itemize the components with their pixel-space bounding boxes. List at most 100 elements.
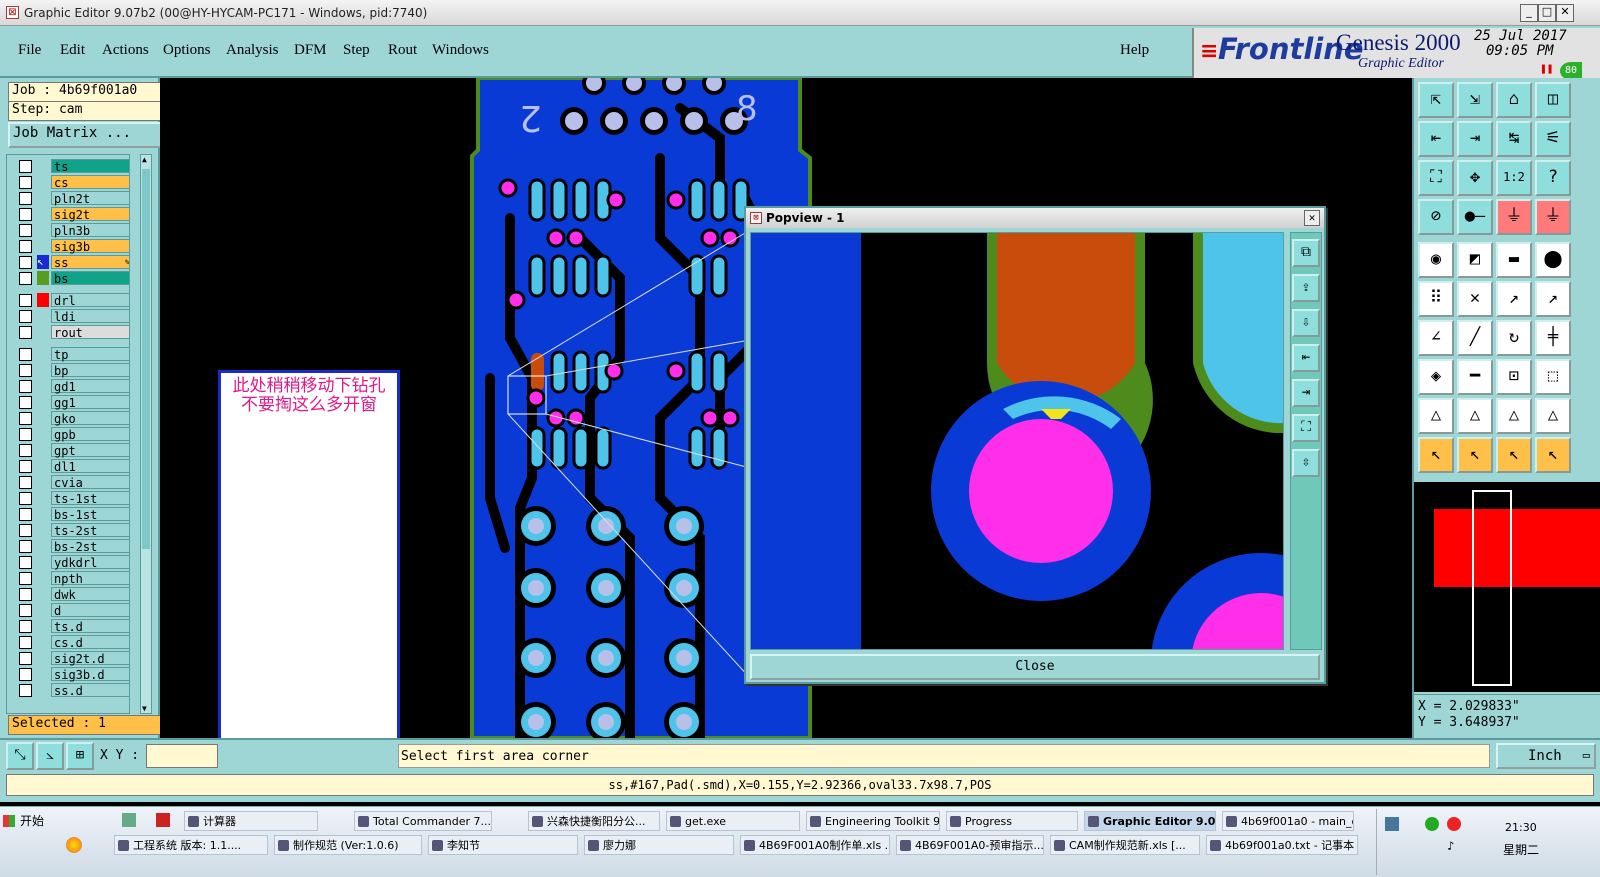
layer-row[interactable]: bs bbox=[19, 271, 129, 286]
layer-row[interactable]: cs✎ bbox=[19, 175, 129, 190]
tool-button-icon[interactable]: ⚟ bbox=[1535, 121, 1571, 157]
layer-checkbox[interactable] bbox=[19, 192, 32, 205]
taskbar-button[interactable]: 廖力娜 bbox=[584, 835, 734, 855]
layer-checkbox[interactable] bbox=[19, 160, 32, 173]
layer-name[interactable]: ydkdrl bbox=[51, 555, 129, 570]
tool-button-icon[interactable]: ╪ bbox=[1535, 320, 1571, 356]
layer-row[interactable]: bp bbox=[19, 363, 129, 378]
layer-checkbox[interactable] bbox=[19, 240, 32, 253]
layer-name[interactable]: bs bbox=[51, 271, 129, 286]
tool-button-icon[interactable]: ╱ bbox=[1457, 320, 1493, 356]
popview-tool-icon[interactable]: ⛶ bbox=[1292, 414, 1320, 442]
layer-name[interactable]: gd1✎ bbox=[51, 379, 129, 394]
taskbar-button[interactable]: get.exe bbox=[666, 811, 800, 831]
tool-button-icon[interactable]: ⇥ bbox=[1457, 121, 1493, 157]
popview-tool-icon[interactable]: ⧉ bbox=[1292, 239, 1320, 267]
layer-checkbox[interactable] bbox=[19, 476, 32, 489]
layer-name[interactable]: sig3b bbox=[51, 239, 129, 254]
layer-checkbox[interactable] bbox=[19, 540, 32, 553]
layer-name[interactable]: d bbox=[51, 603, 129, 618]
layer-name[interactable]: cs.d✎ bbox=[51, 635, 129, 650]
layer-row[interactable]: ts.d bbox=[19, 619, 129, 634]
tray-icon-2[interactable] bbox=[1425, 817, 1439, 831]
layer-checkbox[interactable] bbox=[19, 428, 32, 441]
layer-row[interactable]: d bbox=[19, 603, 129, 618]
taskbar-button[interactable]: Progress bbox=[946, 811, 1078, 831]
menu-dfm[interactable]: DFM bbox=[294, 42, 327, 59]
popview-tool-icon[interactable]: ⇥ bbox=[1292, 379, 1320, 407]
layer-name[interactable]: drl bbox=[51, 293, 129, 308]
quick-launch-tools-icon[interactable] bbox=[122, 813, 136, 827]
scroll-down-icon[interactable]: ▼ bbox=[142, 704, 147, 713]
tool-button-icon[interactable]: ? bbox=[1535, 160, 1571, 196]
layer-checkbox[interactable] bbox=[19, 492, 32, 505]
layer-checkbox[interactable] bbox=[19, 380, 32, 393]
layer-row[interactable]: dwk bbox=[19, 587, 129, 602]
layer-scrollbar[interactable]: ▲ ▼ bbox=[140, 154, 152, 714]
layer-name[interactable]: ts-1st bbox=[51, 491, 129, 506]
layer-name[interactable]: cvia bbox=[51, 475, 129, 490]
taskbar-button[interactable]: 4b69f001a0.txt - 记事本 bbox=[1206, 835, 1358, 855]
layer-checkbox[interactable] bbox=[19, 176, 32, 189]
tool-button-icon[interactable]: ↖ bbox=[1496, 437, 1532, 473]
layer-name[interactable]: gko bbox=[51, 411, 129, 426]
layer-checkbox[interactable] bbox=[19, 444, 32, 457]
tool-button-icon[interactable]: ↻ bbox=[1496, 320, 1532, 356]
scroll-up-icon[interactable]: ▲ bbox=[142, 155, 147, 164]
layer-row[interactable]: sig3b bbox=[19, 239, 129, 254]
popview-canvas[interactable] bbox=[750, 232, 1284, 650]
layer-row[interactable]: gpb bbox=[19, 427, 129, 442]
layer-row[interactable]: npth bbox=[19, 571, 129, 586]
tool-button-icon[interactable]: ⬚ bbox=[1535, 359, 1571, 395]
tool-button-icon[interactable]: ✕ bbox=[1457, 281, 1493, 317]
tool-button-icon[interactable]: ▬ bbox=[1496, 242, 1532, 278]
tool-button-icon[interactable]: ✥ bbox=[1457, 160, 1493, 196]
layer-checkbox[interactable] bbox=[19, 396, 32, 409]
popview-tool-icon[interactable]: ⇳ bbox=[1292, 449, 1320, 477]
popview-close-button[interactable]: Close bbox=[750, 654, 1320, 680]
layer-row[interactable]: ts-1st bbox=[19, 491, 129, 506]
layer-row[interactable]: cvia bbox=[19, 475, 129, 490]
tool-button-icon[interactable]: ◩ bbox=[1457, 242, 1493, 278]
tool-button-icon[interactable]: ◈ bbox=[1418, 359, 1454, 395]
layer-name[interactable]: pln3b bbox=[51, 223, 129, 238]
start-button[interactable]: 开始 bbox=[0, 811, 58, 831]
layer-checkbox[interactable] bbox=[19, 620, 32, 633]
tray-icon-3[interactable] bbox=[1447, 817, 1461, 831]
layer-checkbox[interactable] bbox=[19, 412, 32, 425]
tray-volume-icon[interactable]: ♪ bbox=[1447, 839, 1454, 853]
layer-row[interactable]: bs-2st bbox=[19, 539, 129, 554]
taskbar-button[interactable]: 兴森快捷衡阳分公... bbox=[528, 811, 660, 831]
layer-name[interactable]: tp bbox=[51, 347, 129, 362]
layer-name[interactable]: sig2t bbox=[51, 207, 129, 222]
layer-row[interactable]: cs.d✎ bbox=[19, 635, 129, 650]
layer-checkbox[interactable] bbox=[19, 224, 32, 237]
tool-button-icon[interactable]: ⛶ bbox=[1418, 160, 1454, 196]
layer-checkbox[interactable] bbox=[19, 556, 32, 569]
layer-checkbox[interactable] bbox=[19, 460, 32, 473]
layer-checkbox[interactable] bbox=[19, 294, 32, 307]
layer-row[interactable]: pln3b bbox=[19, 223, 129, 238]
layer-name[interactable]: ts-2st bbox=[51, 523, 129, 538]
menu-edit[interactable]: Edit bbox=[60, 42, 85, 59]
layer-row[interactable]: pln2t bbox=[19, 191, 129, 206]
tool-button-icon[interactable]: ↖ bbox=[1418, 437, 1454, 473]
taskbar-button[interactable]: 4B69F001A0制作单.xls ... bbox=[740, 835, 890, 855]
quick-launch-icon[interactable] bbox=[66, 837, 82, 853]
tool-button-icon[interactable]: ↗ bbox=[1496, 281, 1532, 317]
tool-button-icon[interactable]: ⊡ bbox=[1496, 359, 1532, 395]
taskbar-button[interactable]: 工程系统 版本: 1.1.... bbox=[114, 835, 268, 855]
tool-button-icon[interactable]: △ bbox=[1496, 398, 1532, 434]
scroll-thumb[interactable] bbox=[142, 169, 150, 549]
layer-name[interactable]: bs-1st bbox=[51, 507, 129, 522]
tool-button-icon[interactable]: △ bbox=[1418, 398, 1454, 434]
layer-checkbox[interactable] bbox=[19, 604, 32, 617]
tool-button-icon[interactable]: ⇱ bbox=[1418, 82, 1454, 118]
tool-button-icon[interactable]: ∠ bbox=[1418, 320, 1454, 356]
layer-row[interactable]: ts-2st bbox=[19, 523, 129, 538]
close-button[interactable]: ✕ bbox=[1556, 4, 1574, 22]
taskbar-button[interactable]: 4B69F001A0-预审指示... bbox=[896, 835, 1044, 855]
taskbar-button[interactable]: 4b69f001a0 - main_qa bbox=[1222, 811, 1354, 831]
menu-step[interactable]: Step bbox=[343, 42, 370, 59]
popview-close-x-button[interactable]: ✕ bbox=[1304, 210, 1320, 226]
